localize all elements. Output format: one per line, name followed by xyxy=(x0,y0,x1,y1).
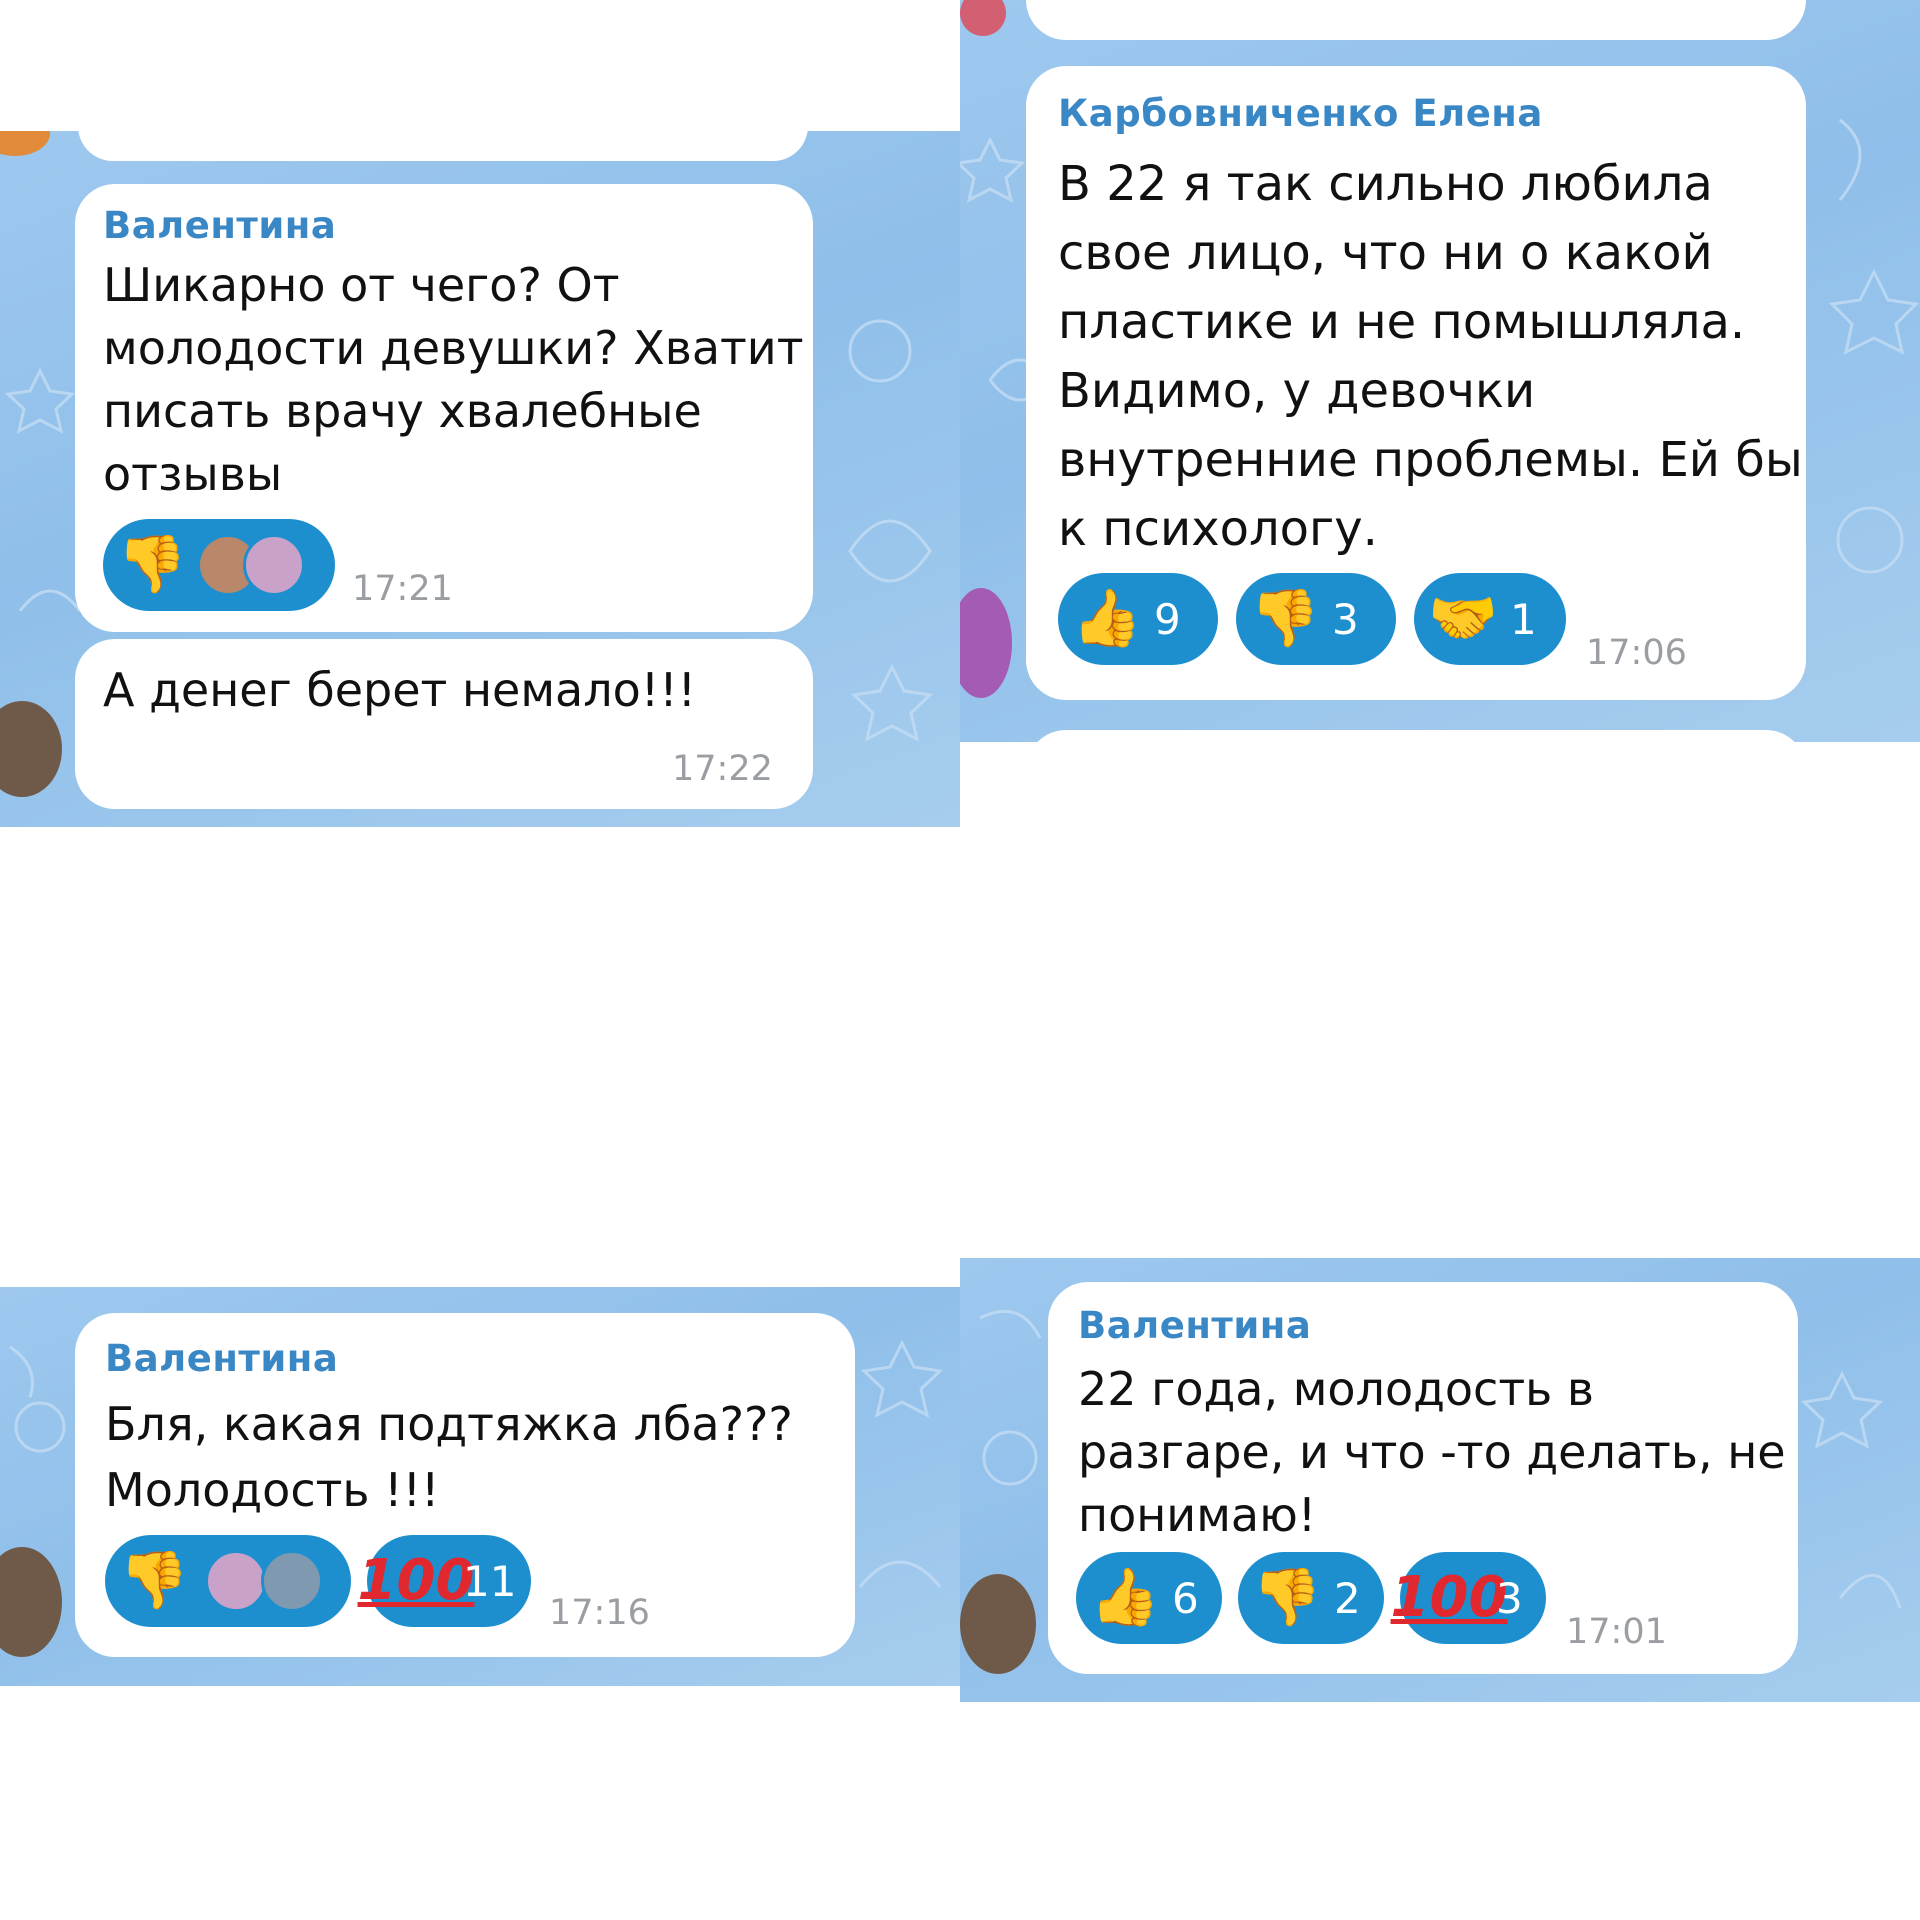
reaction-count: 9 xyxy=(1154,594,1181,644)
reaction-count: 2 xyxy=(1334,1573,1361,1623)
thumbs-down-icon: 👎 xyxy=(1252,1565,1322,1630)
handshake-icon: 🤝 xyxy=(1428,586,1498,651)
message-text: В 22 я так сильно любила свое лицо, что … xyxy=(1058,156,1803,557)
reaction-hundred-points[interactable]: 100 3 xyxy=(1390,1552,1546,1644)
thumbs-down-icon: 👎 xyxy=(1250,586,1320,651)
message-text: А денег берет немало!!! xyxy=(103,663,697,717)
message-text: 22 года, молодость в разгаре, и что -то … xyxy=(1078,1362,1786,1542)
reaction-thumbs-down[interactable]: 👎 3 xyxy=(1236,573,1396,665)
reactor-avatar xyxy=(205,1550,267,1612)
reaction-thumbs-up[interactable]: 👍 6 xyxy=(1076,1552,1222,1644)
reaction-count: 1 xyxy=(1510,594,1537,644)
timestamp: 17:16 xyxy=(549,1593,650,1633)
timestamp: 17:22 xyxy=(672,749,773,789)
reaction-count: 3 xyxy=(1496,1573,1523,1623)
message-bubble[interactable]: Валентина 22 года, молодость в разгаре, … xyxy=(1048,1282,1798,1674)
message-bubble[interactable]: Валентина Бля, какая подтяжка лба??? Мол… xyxy=(75,1313,855,1657)
chat-panel-2: Карбовниченко Елена В 22 я так сильно лю… xyxy=(960,0,1920,742)
reactor-avatar xyxy=(243,534,305,596)
reaction-thumbs-up[interactable]: 👍 9 xyxy=(1058,573,1218,665)
chat-panel-3: Валентина Бля, какая подтяжка лба??? Мол… xyxy=(0,1287,960,1686)
message-bubble[interactable]: Карбовниченко Елена В 22 я так сильно лю… xyxy=(1026,66,1806,700)
reaction-count: 3 xyxy=(1332,594,1359,644)
reaction-count: 6 xyxy=(1172,1573,1199,1623)
reaction-hundred-points[interactable]: 100 11 xyxy=(357,1535,531,1627)
message-text: Бля, какая подтяжка лба??? Молодость !!! xyxy=(105,1397,793,1517)
hundred-points-icon: 100 xyxy=(357,1548,475,1613)
chat-panel-1: Валентина Шикарно от чего? От молодости … xyxy=(0,131,960,827)
message-bubble-top-edge xyxy=(1026,0,1806,40)
sender-name[interactable]: Валентина xyxy=(105,1337,338,1380)
message-bubble[interactable]: Валентина Шикарно от чего? От молодости … xyxy=(75,184,813,632)
sender-name[interactable]: Карбовниченко Елена xyxy=(1058,92,1543,135)
timestamp: 17:21 xyxy=(352,569,453,609)
message-text: Шикарно от чего? От молодости девушки? Х… xyxy=(103,258,804,501)
message-bubble-top-edge xyxy=(78,131,808,161)
timestamp: 17:06 xyxy=(1586,633,1687,673)
user-avatar[interactable] xyxy=(960,1574,1036,1674)
reaction-count: 11 xyxy=(463,1556,517,1606)
chat-panel-4: Валентина 22 года, молодость в разгаре, … xyxy=(960,1258,1920,1702)
message-bubble-bottom-edge xyxy=(1026,730,1806,742)
thumbs-up-icon: 👍 xyxy=(1072,586,1142,651)
thumbs-up-icon: 👍 xyxy=(1090,1565,1160,1630)
hundred-points-icon: 100 xyxy=(1390,1565,1508,1630)
timestamp: 17:01 xyxy=(1566,1612,1667,1652)
reaction-thumbs-down[interactable]: 👎 2 xyxy=(1238,1552,1384,1644)
reaction-handshake[interactable]: 🤝 1 xyxy=(1414,573,1566,665)
message-bubble[interactable]: А денег берет немало!!! 17:22 xyxy=(75,639,813,809)
thumbs-down-icon: 👎 xyxy=(119,1548,189,1613)
thumbs-down-icon: 👎 xyxy=(117,532,187,597)
sender-name[interactable]: Валентина xyxy=(103,204,336,247)
reactor-avatar xyxy=(261,1550,323,1612)
sender-name[interactable]: Валентина xyxy=(1078,1304,1311,1347)
